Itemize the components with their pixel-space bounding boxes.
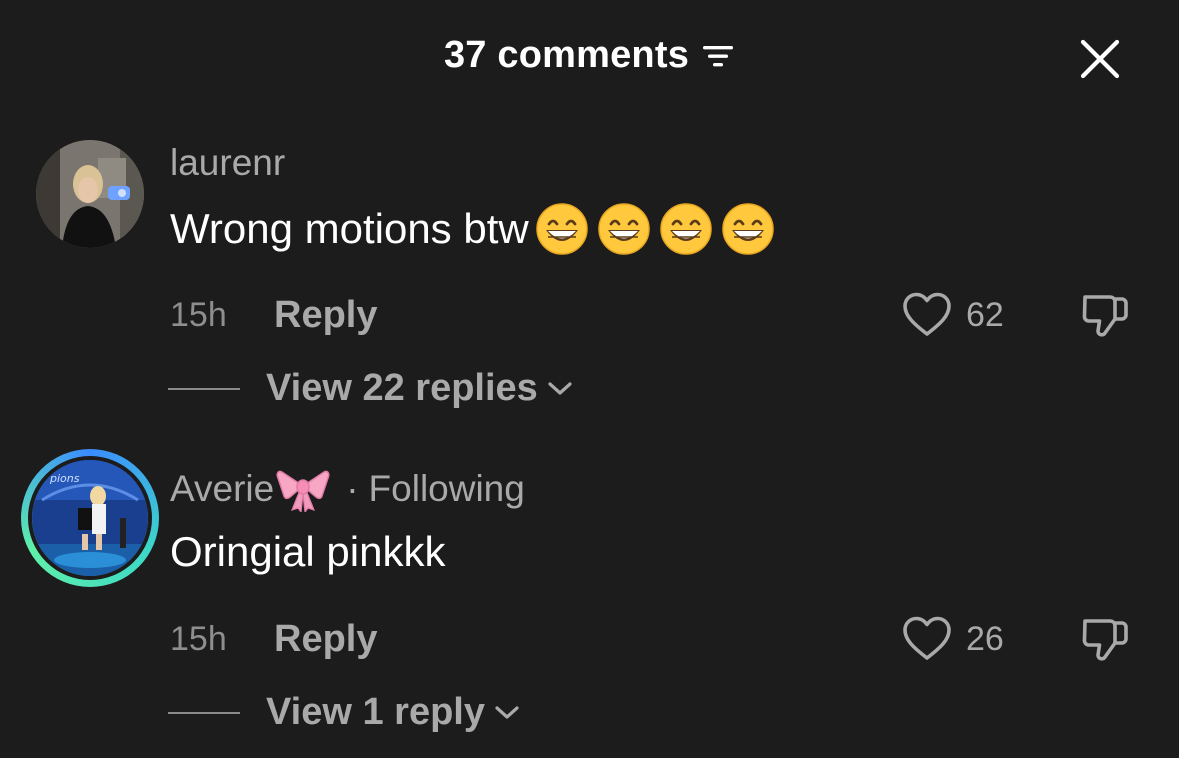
username[interactable]: laurenr <box>170 142 285 184</box>
comments-title: 37 comments <box>0 34 1179 77</box>
chevron-down-icon <box>495 705 519 719</box>
grinning-face-emoji <box>597 202 651 256</box>
comment-username-row: Averie · Following <box>170 466 525 514</box>
comments-count-label: 37 comments <box>443 34 690 76</box>
view-replies-button[interactable]: View 22 replies <box>168 367 574 410</box>
comment-username-row: laurenr <box>170 142 285 184</box>
grinning-face-emoji <box>659 202 713 256</box>
comment-time: 15h <box>170 295 227 334</box>
like-count: 62 <box>966 295 1004 334</box>
username-separator: · <box>346 468 359 509</box>
dislike-button[interactable] <box>1080 290 1130 340</box>
username[interactable]: Averie <box>170 468 274 510</box>
reply-button[interactable]: Reply <box>274 294 377 337</box>
view-replies-button[interactable]: View 1 reply <box>168 691 521 734</box>
thumbs-down-icon <box>1082 295 1128 337</box>
close-button[interactable] <box>1079 38 1121 80</box>
thumbs-down-icon <box>1082 619 1128 661</box>
comment-time: 15h <box>170 619 227 658</box>
comment-text-row: Wrong motions btw <box>170 202 775 256</box>
replies-divider <box>168 387 240 390</box>
replies-divider <box>168 711 240 714</box>
reply-button[interactable]: Reply <box>274 618 377 661</box>
heart-icon <box>903 616 951 660</box>
like-button[interactable]: 62 <box>902 290 1004 340</box>
close-icon <box>1080 39 1120 79</box>
view-replies-label: View 22 replies <box>266 367 538 409</box>
comment-text-row: Oringial pinkkk <box>170 528 445 576</box>
view-replies-label: View 1 reply <box>266 691 485 733</box>
like-count: 26 <box>966 619 1004 658</box>
comment-meta-row: 15h Reply 26 <box>170 614 1179 664</box>
filter-icon[interactable] <box>701 41 735 71</box>
avatar[interactable]: pions <box>28 456 152 580</box>
heart-icon <box>903 292 951 336</box>
following-label: Following <box>368 468 525 509</box>
avatar[interactable] <box>36 140 144 248</box>
chevron-down-icon <box>548 381 572 395</box>
like-button[interactable]: 26 <box>902 614 1004 664</box>
comment-meta-row: 15h Reply 62 <box>170 290 1179 340</box>
grinning-face-emoji <box>535 202 589 256</box>
comment-text: Wrong motions btw <box>170 205 529 252</box>
svg-text:pions: pions <box>49 472 80 485</box>
comment-text: Oringial pinkkk <box>170 528 446 575</box>
comments-header: 37 comments <box>0 0 1179 118</box>
dislike-button[interactable] <box>1080 614 1130 664</box>
grinning-face-emoji <box>721 202 775 256</box>
pink-bow-emoji <box>276 466 330 514</box>
